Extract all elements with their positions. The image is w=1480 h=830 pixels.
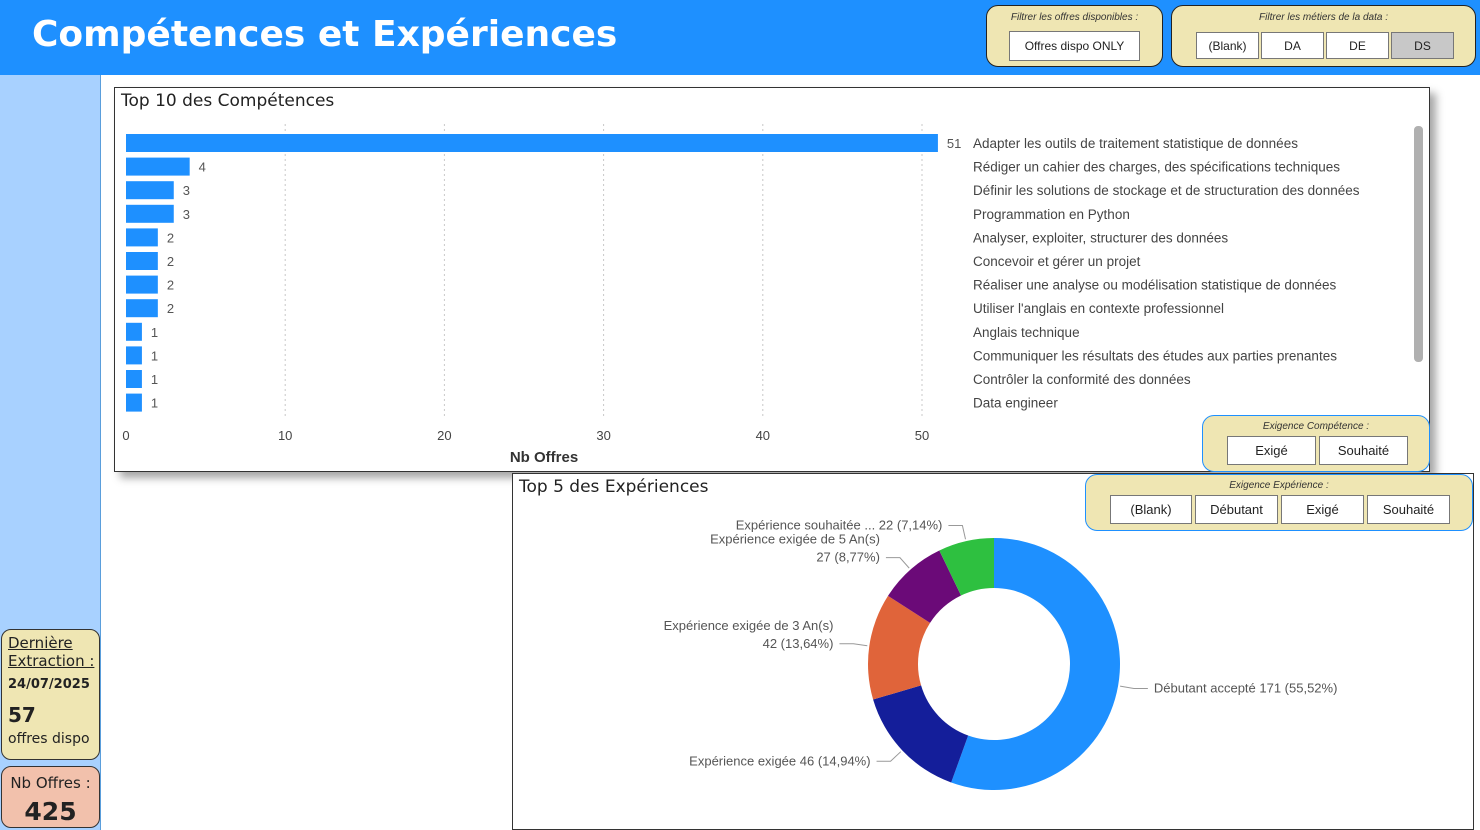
bar-value-label-12: 1: [151, 396, 158, 411]
experience-blank-button[interactable]: (Blank): [1110, 495, 1192, 524]
filter-metiers-panel: Filtrer les métiers de la data : (Blank)…: [1171, 5, 1476, 67]
dispo-count: 57: [8, 703, 36, 727]
category-label-7: Réaliser une analyse ou modélisation sta…: [973, 278, 1336, 293]
leader-line-4: [885, 557, 910, 569]
x-tick-label-30: 30: [596, 428, 610, 443]
bar-value-label-8: 2: [167, 301, 174, 316]
category-label-1: Adapter les outils de traitement statist…: [973, 136, 1298, 151]
category-label-3: Définir les solutions de stockage et de …: [973, 183, 1360, 198]
experience-souhaite-button[interactable]: Souhaité: [1367, 495, 1450, 524]
bar-10: [126, 346, 142, 365]
slice-label-2: Expérience exigée 46 (14,94%): [689, 753, 870, 768]
leader-line-5: [948, 525, 967, 540]
category-label-10: Communiquer les résultats des études aux…: [973, 348, 1337, 363]
bar-12: [126, 393, 142, 412]
bar-6: [126, 252, 158, 270]
bar-value-label-5: 2: [167, 230, 174, 245]
bar-value-label-6: 2: [167, 254, 174, 269]
category-label-5: Analyser, exploiter, structurer des donn…: [973, 230, 1228, 245]
category-label-6: Concevoir et gérer un projet: [973, 254, 1141, 269]
nb-offres-label: Nb Offres :: [10, 774, 91, 792]
filter-experience-caption: Exigence Expérience :: [1229, 480, 1329, 491]
category-label-2: Rédiger un cahier des charges, des spéci…: [973, 160, 1340, 175]
page-title: Compétences et Expériences: [32, 14, 618, 55]
metier-ds-button[interactable]: DS: [1391, 32, 1454, 59]
donut-slice-2: [873, 685, 969, 783]
bar-value-label-3: 3: [183, 183, 190, 198]
filter-competence-caption: Exigence Compétence :: [1262, 421, 1370, 432]
metier-blank-button[interactable]: (Blank): [1196, 32, 1259, 59]
bar-value-label-9: 1: [151, 325, 158, 340]
extraction-date: 24/07/2025: [8, 677, 90, 692]
bar-value-label-7: 2: [167, 278, 174, 293]
bar-11: [126, 370, 142, 388]
x-tick-label-40: 40: [756, 428, 770, 443]
metier-de-button[interactable]: DE: [1326, 32, 1389, 59]
competence-exige-button[interactable]: Exigé: [1227, 436, 1316, 465]
x-axis-title: Nb Offres: [510, 449, 578, 466]
slice-label-3-line-1: Expérience exigée de 3 An(s): [664, 618, 834, 633]
metier-da-button[interactable]: DA: [1261, 32, 1324, 59]
bar-9: [126, 322, 142, 341]
category-label-11: Contrôler la conformité des données: [973, 372, 1191, 387]
extraction-label-line2: Extraction :: [8, 652, 95, 670]
nb-offres-box: Nb Offres : 425: [1, 766, 100, 828]
filter-offres-caption: Filtrer les offres disponibles :: [1010, 12, 1139, 23]
category-label-8: Utiliser l'anglais en contexte professio…: [973, 301, 1224, 316]
slice-label-4-line-2: 27 (8,77%): [816, 550, 880, 565]
experience-exige-button[interactable]: Exigé: [1281, 495, 1364, 524]
competence-souhaite-button[interactable]: Souhaité: [1319, 436, 1408, 465]
bar-4: [126, 204, 174, 223]
leader-line-1: [1119, 685, 1148, 689]
offres-dispo-only-button[interactable]: Offres dispo ONLY: [1009, 31, 1140, 61]
x-tick-label-20: 20: [437, 428, 451, 443]
slice-label-5: Expérience souhaitée ... 22 (7,14%): [736, 518, 943, 533]
bar-value-label-1: 51: [947, 136, 961, 151]
extraction-info-box: Dernière Extraction : 24/07/2025 57 offr…: [1, 629, 100, 760]
bar-value-label-2: 4: [199, 160, 206, 175]
x-tick-label-0: 0: [122, 428, 129, 443]
bar-value-label-4: 3: [183, 207, 190, 222]
filter-experience-panel: Exigence Expérience : (Blank) Débutant E…: [1085, 474, 1473, 531]
competences-bar-chart: 0 10 20 30 40 50 51 Adapter les outils de trait…: [122, 124, 1360, 466]
slice-label-1: Débutant accepté 171 (55,52%): [1154, 680, 1338, 695]
filter-competence-panel: Exigence Compétence : Exigé Souhaité: [1202, 415, 1430, 472]
filter-metiers-caption: Filtrer les métiers de la data :: [1259, 12, 1388, 23]
bar-2: [126, 157, 190, 176]
bar-3: [126, 181, 174, 200]
x-tick-label-10: 10: [278, 428, 292, 443]
extraction-label-line1: Dernière: [8, 634, 73, 652]
filter-offres-panel: Filtrer les offres disponibles : Offres …: [986, 5, 1163, 67]
category-label-9: Anglais technique: [973, 325, 1080, 340]
leader-line-3: [839, 643, 868, 647]
slice-label-4-line-1: Expérience exigée de 5 An(s): [710, 532, 880, 547]
competences-scrollbar[interactable]: [1414, 126, 1423, 362]
bar-5: [126, 228, 158, 247]
bar-value-label-10: 1: [151, 348, 158, 363]
bar-8: [126, 299, 158, 318]
category-label-4: Programmation en Python: [973, 207, 1130, 222]
leader-line-2: [876, 751, 902, 762]
bar-7: [126, 275, 158, 294]
dispo-label: offres dispo: [8, 731, 90, 747]
slice-label-3-line-2: 42 (13,64%): [763, 636, 834, 651]
bar-value-label-11: 1: [151, 372, 158, 387]
bar-1: [126, 134, 938, 152]
experience-debutant-button[interactable]: Débutant: [1195, 495, 1278, 524]
x-tick-label-50: 50: [915, 428, 929, 443]
nb-offres-value: 425: [24, 797, 77, 826]
category-label-12: Data engineer: [973, 396, 1058, 411]
